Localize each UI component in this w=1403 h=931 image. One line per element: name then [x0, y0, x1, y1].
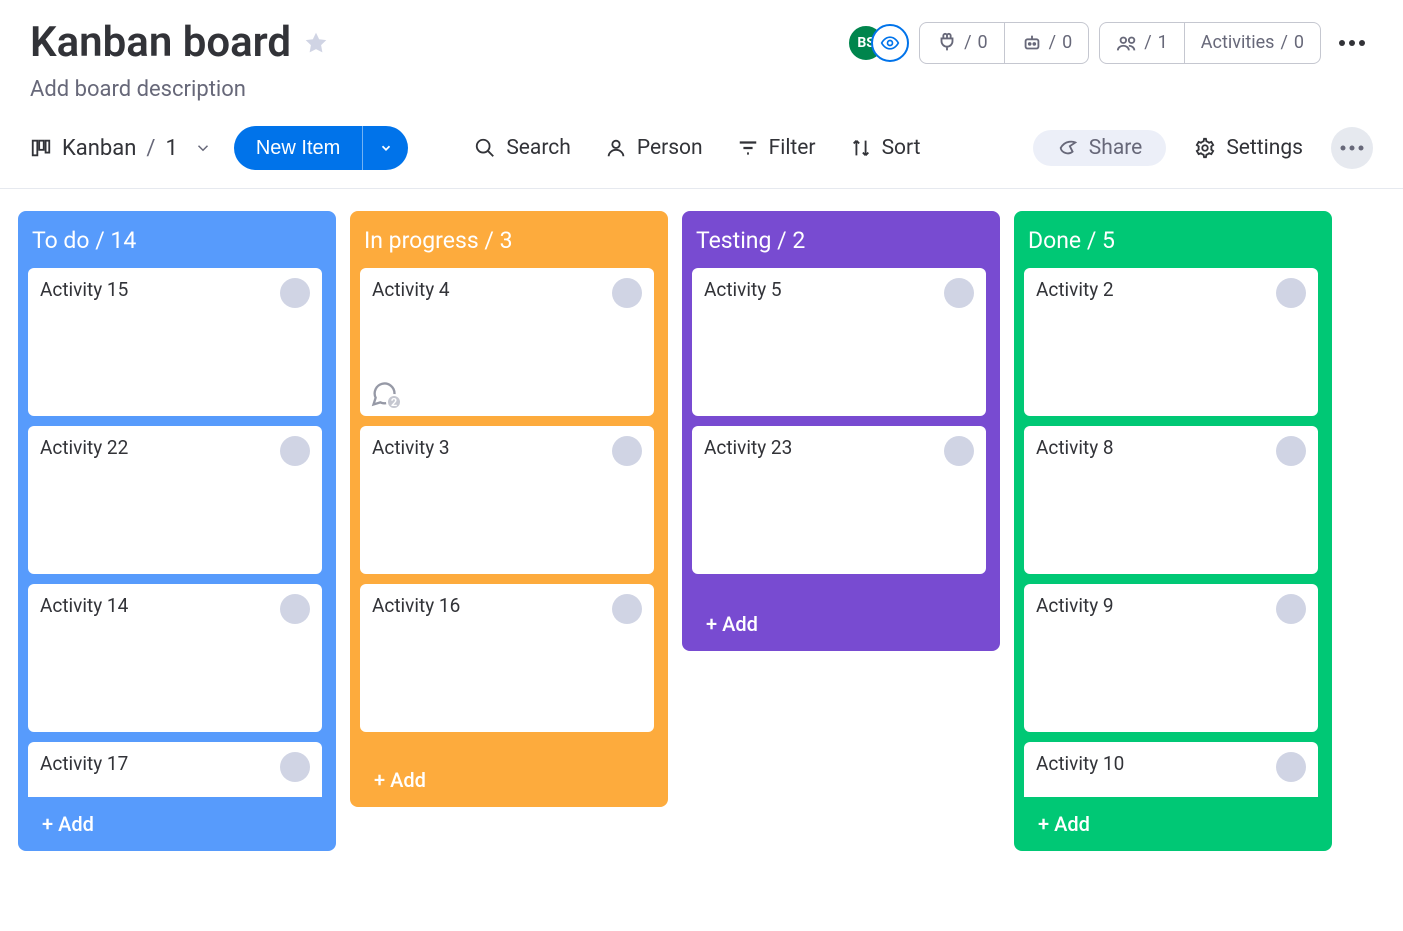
column-done: Done / 5Activity 2Activity 8Activity 9Ac…: [1014, 211, 1332, 851]
kanban-card[interactable]: Activity 2: [1024, 268, 1318, 416]
column-test: Testing / 2 Activity 5 Activity 23 + Add: [682, 211, 1000, 651]
integrations-group: / 0 / 0: [919, 22, 1089, 64]
column-title[interactable]: To do / 14: [28, 221, 326, 268]
activities-pill[interactable]: Activities / 0: [1185, 22, 1321, 64]
card-title: Activity 8: [1036, 436, 1114, 564]
kanban-card[interactable]: Activity 8: [1024, 426, 1318, 574]
share-button[interactable]: Share: [1033, 130, 1167, 166]
column-cards[interactable]: Activity 4 2 Activity 3 Activity 16: [360, 268, 658, 753]
card-title: Activity 10: [1036, 752, 1124, 797]
filter-button[interactable]: Filter: [731, 130, 822, 166]
card-title: Activity 14: [40, 594, 128, 722]
assignee-avatar[interactable]: [1276, 752, 1306, 782]
automations-pill[interactable]: / 0: [1005, 22, 1090, 64]
favorite-star-icon[interactable]: [303, 30, 329, 56]
kanban-card[interactable]: Activity 15: [28, 268, 322, 416]
assignee-avatar[interactable]: [944, 436, 974, 466]
column-cards[interactable]: Activity 2 Activity 8 Activity 9 Activity 1…: [1024, 268, 1322, 797]
activities-count: 0: [1294, 32, 1304, 53]
assignee-avatar[interactable]: [1276, 436, 1306, 466]
card-title: Activity 22: [40, 436, 128, 564]
kanban-card[interactable]: Activity 23: [692, 426, 986, 574]
card-title: Activity 4: [372, 278, 450, 372]
kanban-card[interactable]: Activity 4 2: [360, 268, 654, 416]
card-title: Activity 23: [704, 436, 792, 564]
column-cards[interactable]: Activity 5 Activity 23: [692, 268, 990, 597]
activity-pill-group: / 1 Activities / 0: [1099, 22, 1321, 64]
new-item-button[interactable]: New Item: [234, 126, 408, 170]
view-count: 1: [165, 136, 177, 161]
kanban-card[interactable]: Activity 14: [28, 584, 322, 732]
column-cards[interactable]: Activity 15 Activity 22 Activity 14 Activit…: [28, 268, 326, 797]
kanban-card[interactable]: Activity 9: [1024, 584, 1318, 732]
integrations-count: 0: [978, 32, 988, 53]
assignee-avatar[interactable]: [944, 278, 974, 308]
column-todo: To do / 14Activity 15Activity 22Activity…: [18, 211, 336, 851]
column-title[interactable]: In progress / 3: [360, 221, 658, 268]
card-title: Activity 3: [372, 436, 450, 564]
column-title[interactable]: Testing / 2: [692, 221, 990, 268]
assignee-avatar[interactable]: [612, 594, 642, 624]
add-card-button[interactable]: + Add: [28, 797, 326, 851]
card-title: Activity 5: [704, 278, 782, 406]
viewing-icon: [871, 24, 909, 62]
comment-icon[interactable]: 2: [370, 380, 398, 408]
kanban-card[interactable]: Activity 10: [1024, 742, 1318, 797]
automations-count: 0: [1062, 32, 1072, 53]
card-title: Activity 16: [372, 594, 460, 722]
board-description[interactable]: Add board description: [30, 77, 1373, 102]
assignee-avatar[interactable]: [612, 278, 642, 308]
card-title: Activity 2: [1036, 278, 1114, 406]
new-item-label: New Item: [234, 137, 362, 160]
assignee-avatar[interactable]: [280, 752, 310, 782]
person-filter-button[interactable]: Person: [599, 130, 709, 166]
kanban-card[interactable]: Activity 16: [360, 584, 654, 732]
new-item-dropdown[interactable]: [362, 126, 408, 170]
column-inprog: In progress / 3Activity 42Activity 3Acti…: [350, 211, 668, 807]
integrations-pill[interactable]: / 0: [919, 22, 1005, 64]
search-button[interactable]: Search: [468, 130, 577, 166]
members-count: 1: [1158, 32, 1168, 53]
more-menu-icon[interactable]: [1331, 22, 1373, 64]
toolbar-more-icon[interactable]: [1331, 127, 1373, 169]
column-title[interactable]: Done / 5: [1024, 221, 1322, 268]
kanban-card[interactable]: Activity 17: [28, 742, 322, 797]
view-switcher[interactable]: Kanban / 1: [30, 136, 212, 161]
kanban-card[interactable]: Activity 5: [692, 268, 986, 416]
view-name: Kanban: [62, 136, 136, 161]
kanban-board: To do / 14Activity 15Activity 22Activity…: [0, 189, 1403, 851]
add-card-button[interactable]: + Add: [360, 753, 658, 807]
board-title[interactable]: Kanban board: [30, 18, 291, 67]
settings-button[interactable]: Settings: [1188, 130, 1309, 166]
kanban-card[interactable]: Activity 22: [28, 426, 322, 574]
assignee-avatar[interactable]: [280, 594, 310, 624]
add-card-button[interactable]: + Add: [692, 597, 990, 651]
assignee-avatar[interactable]: [280, 436, 310, 466]
kanban-card[interactable]: Activity 3: [360, 426, 654, 574]
card-title: Activity 15: [40, 278, 128, 406]
assignee-avatar[interactable]: [1276, 278, 1306, 308]
card-title: Activity 9: [1036, 594, 1114, 722]
add-card-button[interactable]: + Add: [1024, 797, 1322, 851]
sort-button[interactable]: Sort: [844, 130, 927, 166]
activities-label: Activities: [1201, 32, 1275, 53]
assignee-avatar[interactable]: [280, 278, 310, 308]
card-title: Activity 17: [40, 752, 128, 797]
members-pill[interactable]: / 1: [1099, 22, 1185, 64]
assignee-avatar[interactable]: [1276, 594, 1306, 624]
viewers-stack[interactable]: BS: [847, 24, 907, 62]
assignee-avatar[interactable]: [612, 436, 642, 466]
